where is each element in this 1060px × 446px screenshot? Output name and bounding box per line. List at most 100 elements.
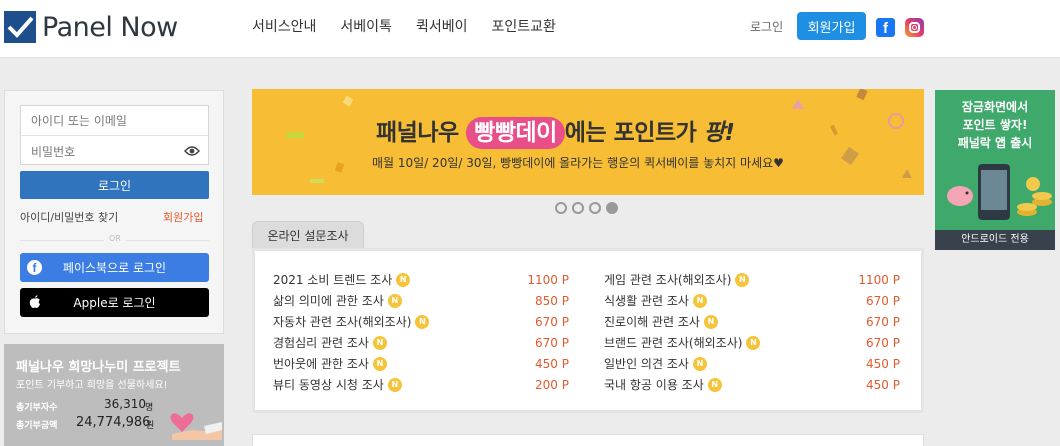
password-input[interactable]: 비밀번호 (21, 136, 208, 166)
new-badge: N (387, 293, 402, 308)
survey-title: 식생활 관련 조사 (604, 294, 689, 308)
survey-panel: 2021 소비 트렌드 조사 N 1100 P 삶의 의미에 관한 조사 N 850 P… (252, 248, 924, 413)
find-account-link[interactable]: 아이디/비밀번호 찾기 (20, 209, 118, 225)
apple-login-label: Apple로 로그인 (73, 296, 156, 310)
donation-subtitle: 포인트 기부하고 희망을 선물하세요! (16, 380, 168, 391)
survey-item[interactable]: 경험심리 관련 조사 N 670 P (273, 332, 569, 353)
new-badge: N (415, 314, 430, 329)
survey-points: 450 P (535, 356, 569, 371)
login-inputs: 아이디 또는 이메일 비밀번호 (20, 105, 209, 165)
survey-points: 1100 P (527, 272, 569, 287)
survey-item[interactable]: 일반인 의견 조사 N 450 P (604, 353, 900, 374)
donors-value: 36,310 (104, 397, 146, 411)
tab-online-survey[interactable]: 온라인 설문조사 (252, 221, 364, 248)
banner-pagination (555, 202, 618, 214)
survey-item[interactable]: 진로이해 관련 조사 N 670 P (604, 311, 900, 332)
nav-survey-talk[interactable]: 서베이톡 (340, 16, 392, 36)
phone-icon (978, 164, 1010, 220)
amount-value: 24,774,986 (76, 415, 151, 430)
survey-item[interactable]: 2021 소비 트렌드 조사 N 1100 P (273, 269, 569, 290)
piggy-bank-icon (947, 186, 973, 206)
survey-item[interactable]: 국내 항공 이용 조사 N 450 P (604, 374, 900, 395)
banner-title-end: 팡! (703, 120, 735, 146)
next-section (252, 434, 924, 446)
new-badge: N (372, 356, 387, 371)
survey-points: 1100 P (858, 272, 900, 287)
banner-dot-1[interactable] (555, 202, 567, 214)
id-input[interactable]: 아이디 또는 이메일 (21, 106, 208, 136)
banner-decoration (902, 169, 912, 178)
coins-icon (1017, 177, 1052, 216)
new-badge: N (707, 377, 722, 392)
header: Panel Now 서비스안내 서베이톡 퀵서베이 포인트교환 로그인 회원가입… (0, 0, 1060, 58)
survey-title: 자동차 관련 조사(해외조사) (273, 315, 412, 329)
nav-point-exchange[interactable]: 포인트교환 (491, 16, 555, 36)
app-ad-line1: 잠금화면에서 (961, 100, 1029, 114)
banner-decoration (888, 113, 904, 129)
main-nav: 서비스안내 서베이톡 퀵서베이 포인트교환 (252, 16, 580, 36)
survey-title: 일반인 의견 조사 (604, 357, 689, 371)
app-ad-footer: 안드로이드 전용 (935, 230, 1055, 250)
header-signup-button[interactable]: 회원가입 (797, 12, 866, 40)
banner-decoration (841, 146, 859, 166)
donation-box[interactable]: 패널나우 희망나누미 프로젝트 포인트 기부하고 희망을 선물하세요! 총기부자… (4, 344, 224, 446)
nav-quick-survey[interactable]: 퀵서베이 (416, 16, 468, 36)
survey-title: 2021 소비 트렌드 조사 (273, 273, 393, 287)
apple-login-button[interactable]: Apple로 로그인 (20, 288, 209, 317)
survey-item[interactable]: 브랜드 관련 조사(해외조사) N 670 P (604, 332, 900, 353)
amount-unit: 원 (146, 421, 155, 431)
amount-label: 총기부금액 (16, 421, 58, 431)
new-badge: N (387, 377, 402, 392)
survey-list-right: 게임 관련 조사(해외조사) N 1100 P 식생활 관련 조사 N 670 P 진로… (604, 269, 900, 395)
facebook-icon[interactable]: f (876, 18, 895, 37)
promo-banner[interactable]: 패널나우 빵빵데이 에는 포인트가 팡! 매월 10일/ 20일/ 30일, 빵빵… (252, 89, 924, 195)
login-button[interactable]: 로그인 (20, 171, 209, 199)
banner-decoration (342, 95, 354, 107)
survey-title: 뷰티 동영상 시청 조사 (273, 378, 384, 392)
banner-decoration (856, 89, 868, 101)
logo-text: Panel Now (42, 11, 178, 43)
eye-icon[interactable] (184, 145, 200, 157)
banner-dot-4[interactable] (606, 202, 618, 214)
banner-decoration (334, 162, 345, 173)
or-divider: OR (20, 234, 209, 246)
join-link[interactable]: 회원가입 (163, 209, 203, 225)
survey-item[interactable]: 식생활 관련 조사 N 670 P (604, 290, 900, 311)
survey-title: 국내 항공 이용 조사 (604, 378, 704, 392)
survey-points: 850 P (535, 293, 569, 308)
banner-title: 패널나우 빵빵데이 에는 포인트가 팡! (376, 113, 735, 149)
new-badge: N (692, 356, 707, 371)
nav-service-info[interactable]: 서비스안내 (252, 16, 316, 36)
survey-title: 번아웃에 관한 조사 (273, 357, 369, 371)
banner-dot-3[interactable] (589, 202, 601, 214)
survey-item[interactable]: 뷰티 동영상 시청 조사 N 200 P (273, 374, 569, 395)
login-panel: 아이디 또는 이메일 비밀번호 로그인 아이디/비밀번호 찾기 회원가입 OR … (4, 90, 224, 334)
facebook-login-button[interactable]: f 페이스북으로 로그인 (20, 253, 209, 282)
new-badge: N (396, 272, 411, 287)
survey-title: 브랜드 관련 조사(해외조사) (604, 336, 743, 350)
banner-decoration (310, 179, 324, 183)
logo[interactable]: Panel Now (4, 10, 178, 44)
survey-item[interactable]: 자동차 관련 조사(해외조사) N 670 P (273, 311, 569, 332)
new-badge: N (735, 272, 750, 287)
new-badge: N (746, 335, 761, 350)
new-badge: N (372, 335, 387, 350)
app-ad-line2: 포인트 쌓자! (962, 118, 1028, 132)
app-ad-banner[interactable]: 잠금화면에서 포인트 쌓자! 패널락 앱 출시 안드로이드 전용 (935, 90, 1055, 250)
heart-hand-icon (170, 413, 222, 440)
instagram-icon[interactable] (905, 18, 924, 37)
banner-decoration (830, 124, 838, 136)
survey-points: 670 P (866, 335, 900, 350)
survey-title: 진로이해 관련 조사 (604, 315, 700, 329)
survey-item[interactable]: 삶의 의미에 관한 조사 N 850 P (273, 290, 569, 311)
survey-item[interactable]: 번아웃에 관한 조사 N 450 P (273, 353, 569, 374)
survey-item[interactable]: 게임 관련 조사(해외조사) N 1100 P (604, 269, 900, 290)
survey-points: 670 P (866, 314, 900, 329)
app-ad-line3: 패널락 앱 출시 (957, 136, 1033, 150)
banner-decoration (286, 132, 304, 138)
donors-unit: 명 (145, 403, 154, 413)
banner-title-pre: 패널나우 (376, 120, 459, 146)
header-login-link[interactable]: 로그인 (750, 18, 783, 35)
banner-dot-2[interactable] (572, 202, 584, 214)
facebook-circle-icon: f (27, 260, 42, 275)
